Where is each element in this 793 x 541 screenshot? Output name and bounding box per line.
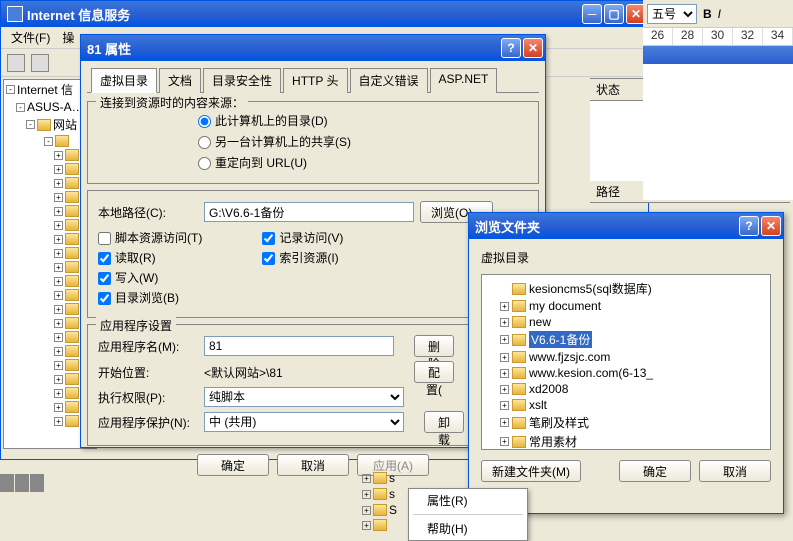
chk-log-access[interactable]: 记录访问(V) bbox=[262, 231, 343, 245]
content-source-group: 连接到资源时的内容来源： 此计算机上的目录(D) 另一台计算机上的共享(S) 重… bbox=[87, 101, 539, 184]
folder-item[interactable]: +my document bbox=[500, 298, 766, 314]
start-value: <默认网站>\81 bbox=[204, 364, 394, 381]
start-label: 开始位置: bbox=[98, 364, 198, 381]
local-path-input[interactable] bbox=[204, 202, 414, 222]
new-folder-button[interactable]: 新建文件夹(M) bbox=[481, 460, 581, 482]
folder-item[interactable]: +笔刷及样式 bbox=[500, 413, 766, 432]
radio-share[interactable]: 另一台计算机上的共享(S) bbox=[198, 135, 351, 149]
local-path-label: 本地路径(C): bbox=[98, 204, 198, 221]
ctx-separator bbox=[413, 514, 523, 515]
menu-file[interactable]: 文件(F) bbox=[5, 27, 56, 48]
unload-button[interactable]: 卸载 bbox=[424, 411, 464, 433]
minimize-button[interactable]: ─ bbox=[582, 4, 602, 24]
props-close-button[interactable]: ✕ bbox=[523, 38, 543, 58]
tree-node[interactable]: +s bbox=[360, 470, 420, 486]
app-protect-combo[interactable]: 中 (共用) bbox=[204, 412, 404, 432]
folder-item-selected[interactable]: +V6.6-1备份 bbox=[500, 330, 766, 349]
browse-titlebar: 浏览文件夹 ? ✕ bbox=[469, 213, 783, 239]
ctx-help[interactable]: 帮助(H) bbox=[409, 517, 527, 540]
ctx-properties[interactable]: 属性(R) bbox=[409, 489, 527, 512]
ruler: 26 28 30 32 34 bbox=[643, 28, 793, 46]
browse-subtitle: 虚拟目录 bbox=[481, 249, 771, 266]
props-ok-button[interactable]: 确定 bbox=[197, 454, 269, 476]
folder-item[interactable]: kesioncms5(sql数据库) bbox=[500, 279, 766, 298]
thumb[interactable] bbox=[0, 474, 14, 492]
folder-item[interactable]: +www.kesion.com(6-13_ bbox=[500, 365, 766, 381]
tabs: 虚拟目录 文档 目录安全性 HTTP 头 自定义错误 ASP.NET bbox=[87, 67, 539, 93]
bold-button[interactable]: B bbox=[703, 7, 712, 21]
exec-perm-combo[interactable]: 纯脚本 bbox=[204, 387, 404, 407]
back-icon[interactable] bbox=[7, 54, 25, 72]
chk-read[interactable]: 读取(R) bbox=[98, 251, 156, 265]
folder-item[interactable]: +xd2008 bbox=[500, 381, 766, 397]
context-menu: 属性(R) 帮助(H) bbox=[408, 488, 528, 541]
folder-item[interactable]: +www.fjzsjc.com bbox=[500, 349, 766, 365]
tab-aspnet[interactable]: ASP.NET bbox=[430, 68, 498, 93]
chk-dir-browse[interactable]: 目录浏览(B) bbox=[98, 291, 179, 305]
browse-title: 浏览文件夹 bbox=[475, 217, 739, 236]
browse-close-button[interactable]: ✕ bbox=[761, 216, 781, 236]
font-size-combo[interactable]: 五号 bbox=[647, 4, 697, 24]
editor-selection bbox=[643, 46, 793, 64]
folder-item[interactable]: +new bbox=[500, 314, 766, 330]
props-title: 81 属性 bbox=[87, 39, 501, 58]
app-icon bbox=[7, 6, 23, 22]
tab-http-header[interactable]: HTTP 头 bbox=[283, 68, 347, 93]
editor-bg: 五号 B I 26 28 30 32 34 bbox=[643, 0, 793, 200]
thumb[interactable] bbox=[30, 474, 44, 492]
editor-toolbar: 五号 B I bbox=[643, 0, 793, 28]
config-button[interactable]: 配置( bbox=[414, 361, 454, 383]
app-protect-label: 应用程序保护(N): bbox=[98, 414, 198, 431]
chk-write[interactable]: 写入(W) bbox=[98, 271, 158, 285]
main-titlebar: Internet 信息服务 ─ ▢ ✕ bbox=[1, 1, 648, 27]
folder-tree[interactable]: kesioncms5(sql数据库) +my document +new +V6… bbox=[481, 274, 771, 450]
taskbar-thumbs bbox=[0, 474, 80, 492]
maximize-button[interactable]: ▢ bbox=[604, 4, 624, 24]
main-title: Internet 信息服务 bbox=[27, 5, 582, 24]
browse-cancel-button[interactable]: 取消 bbox=[699, 460, 771, 482]
tab-dir-security[interactable]: 目录安全性 bbox=[203, 68, 281, 93]
folder-item[interactable]: +常用素材 bbox=[500, 432, 766, 450]
forward-icon[interactable] bbox=[31, 54, 49, 72]
radio-local-dir[interactable]: 此计算机上的目录(D) bbox=[198, 114, 328, 128]
browse-folder-dialog: 浏览文件夹 ? ✕ 虚拟目录 kesioncms5(sql数据库) +my do… bbox=[468, 212, 784, 514]
radio-redirect[interactable]: 重定向到 URL(U) bbox=[198, 156, 307, 170]
tab-document[interactable]: 文档 bbox=[159, 68, 201, 93]
thumb[interactable] bbox=[15, 474, 29, 492]
browse-ok-button[interactable]: 确定 bbox=[619, 460, 691, 482]
app-settings-legend: 应用程序设置 bbox=[96, 317, 176, 334]
exec-perm-label: 执行权限(P): bbox=[98, 389, 198, 406]
props-cancel-button[interactable]: 取消 bbox=[277, 454, 349, 476]
menu-op[interactable]: 操 bbox=[56, 27, 80, 48]
folder-item[interactable]: +xslt bbox=[500, 397, 766, 413]
chk-index[interactable]: 索引资源(I) bbox=[262, 251, 338, 265]
tab-virtual-dir[interactable]: 虚拟目录 bbox=[91, 68, 157, 93]
italic-button[interactable]: I bbox=[718, 7, 721, 21]
help-button[interactable]: ? bbox=[501, 38, 521, 58]
remove-button[interactable]: 删除 bbox=[414, 335, 454, 357]
app-name-input[interactable] bbox=[204, 336, 394, 356]
tab-custom-error[interactable]: 自定义错误 bbox=[350, 68, 428, 93]
chk-script-access[interactable]: 脚本资源访问(T) bbox=[98, 231, 202, 245]
browse-help-button[interactable]: ? bbox=[739, 216, 759, 236]
content-source-legend: 连接到资源时的内容来源： bbox=[96, 94, 248, 111]
props-titlebar: 81 属性 ? ✕ bbox=[81, 35, 545, 61]
app-name-label: 应用程序名(M): bbox=[98, 338, 198, 355]
